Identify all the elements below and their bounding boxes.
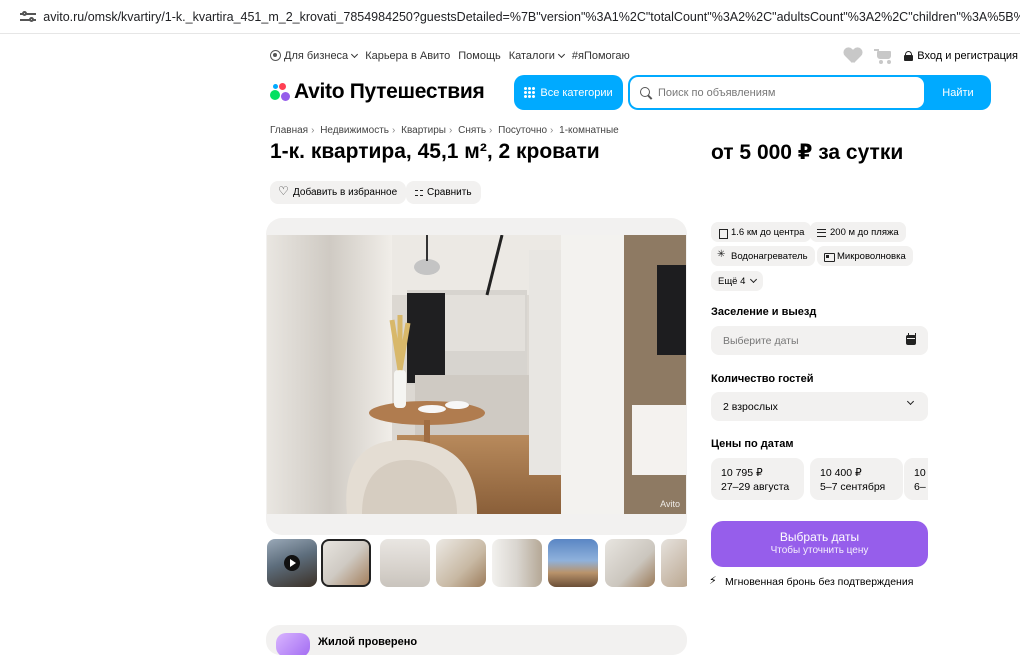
breadcrumb-item[interactable]: Снять xyxy=(458,125,486,136)
thumbnail[interactable] xyxy=(436,539,486,587)
nav-help[interactable]: Помощь xyxy=(458,50,501,62)
thumbnail[interactable] xyxy=(492,539,542,587)
feature-tag: 1.6 км до центра xyxy=(711,222,812,242)
checkin-label: Заселение и выезд xyxy=(711,306,817,318)
price-card[interactable]: 10 400 ₽ 5–7 сентября xyxy=(810,458,903,500)
price-cards: 10 795 ₽ 27–29 августа 10 400 ₽ 5–7 сент… xyxy=(711,458,928,500)
site-settings-icon[interactable] xyxy=(20,9,36,25)
thumbnail-video[interactable] xyxy=(267,539,317,587)
breadcrumb-separator: › xyxy=(311,125,315,136)
breadcrumb: Главная › Недвижимость › Квартиры › Снять › … xyxy=(270,125,619,136)
search-icon xyxy=(640,86,652,99)
breadcrumb-item[interactable]: 1-комнатные xyxy=(559,125,619,136)
business-icon xyxy=(270,50,281,61)
main-photo[interactable]: Avito xyxy=(267,235,686,514)
chevron-down-icon xyxy=(750,275,758,284)
listing-title: 1-к. квартира, 45,1 м², 2 кровати xyxy=(270,140,600,163)
nav-career[interactable]: Карьера в Авито xyxy=(365,50,450,62)
play-icon xyxy=(284,555,300,571)
compare-button[interactable]: Сравнить xyxy=(406,181,481,204)
calendar-icon xyxy=(906,333,916,345)
browser-address-bar[interactable]: avito.ru/omsk/kvartiry/1-k._kvartira_451… xyxy=(0,0,1020,34)
nav-catalogs[interactable]: Каталоги xyxy=(509,50,565,62)
price-card[interactable]: 10 795 ₽ 27–29 августа xyxy=(711,458,804,500)
search-input[interactable] xyxy=(658,86,898,99)
thumbnail[interactable] xyxy=(605,539,655,587)
add-to-favorites-button[interactable]: Добавить в избранное xyxy=(270,181,407,204)
feature-tag: Водонагреватель xyxy=(711,246,815,266)
guests-select[interactable]: 2 взрослых xyxy=(711,392,928,421)
prices-by-date-label: Цены по датам xyxy=(711,438,794,450)
all-categories-button[interactable]: Все категории xyxy=(514,75,623,110)
favorites-heart-icon[interactable] xyxy=(844,48,862,64)
chevron-down-icon xyxy=(351,50,359,59)
breadcrumb-item[interactable]: Квартиры xyxy=(401,125,446,136)
cart-icon[interactable] xyxy=(874,48,892,64)
feature-tag: Микроволновка xyxy=(817,246,913,266)
building-icon xyxy=(718,228,728,239)
breadcrumb-separator: › xyxy=(392,125,396,136)
nav-help-tag[interactable]: #яПомогаю xyxy=(572,50,630,62)
thumbnail[interactable] xyxy=(548,539,598,587)
top-nav: Для бизнеса Карьера в Авито Помощь Катал… xyxy=(270,48,1018,66)
thumbnail[interactable] xyxy=(661,539,687,587)
heart-outline-icon xyxy=(278,184,289,198)
feature-tag: 200 м до пляжа xyxy=(810,222,906,242)
thumbnail-strip xyxy=(266,537,687,589)
search-bar: Найти xyxy=(628,75,991,110)
lock-icon xyxy=(904,51,914,61)
grid-icon xyxy=(524,87,536,98)
thumbnail[interactable] xyxy=(321,539,371,587)
breadcrumb-item[interactable]: Посуточно xyxy=(498,125,547,136)
water-heater-icon xyxy=(717,249,727,261)
photo-gallery: Avito xyxy=(266,218,687,535)
microwave-icon xyxy=(824,252,835,262)
breadcrumb-separator: › xyxy=(448,125,453,136)
login-link[interactable]: Вход и регистрация xyxy=(904,50,1018,62)
verified-icon xyxy=(276,633,310,655)
lightning-icon xyxy=(709,574,719,588)
search-field[interactable] xyxy=(630,77,924,108)
guests-label: Количество гостей xyxy=(711,373,814,385)
chevron-down-icon xyxy=(906,397,915,406)
logo-text: Avito Путешествия xyxy=(294,80,485,103)
url-text[interactable]: avito.ru/omsk/kvartiry/1-k._kvartira_451… xyxy=(43,10,1020,24)
breadcrumb-item[interactable]: Недвижимость xyxy=(320,125,389,136)
breadcrumb-item[interactable]: Главная xyxy=(270,125,308,136)
instant-booking-note: Мгновенная бронь без подтверждения xyxy=(709,574,913,589)
compare-icon xyxy=(415,189,423,197)
choose-dates-button[interactable]: Выбрать даты Чтобы уточнить цену xyxy=(711,521,928,567)
show-more-features-button[interactable]: Ещё 4 xyxy=(711,271,764,291)
avito-logo[interactable]: Avito Путешествия xyxy=(270,80,485,104)
breadcrumb-separator: › xyxy=(489,125,493,136)
date-picker-field[interactable]: Выберите даты xyxy=(711,326,928,355)
thumbnail[interactable] xyxy=(380,539,430,587)
breadcrumb-separator: › xyxy=(550,125,554,136)
listing-price: от 5 000 ₽ за сутки xyxy=(711,141,904,164)
search-button[interactable]: Найти xyxy=(925,75,991,110)
nav-business[interactable]: Для бизнеса xyxy=(270,50,359,62)
chevron-down-icon xyxy=(557,50,565,59)
avito-watermark: Avito xyxy=(660,499,680,509)
logo-dots-icon xyxy=(270,82,290,102)
verified-card[interactable]: Жилой проверено xyxy=(266,625,687,655)
price-card[interactable]: 10 6– xyxy=(904,458,928,500)
waves-icon xyxy=(817,228,826,237)
